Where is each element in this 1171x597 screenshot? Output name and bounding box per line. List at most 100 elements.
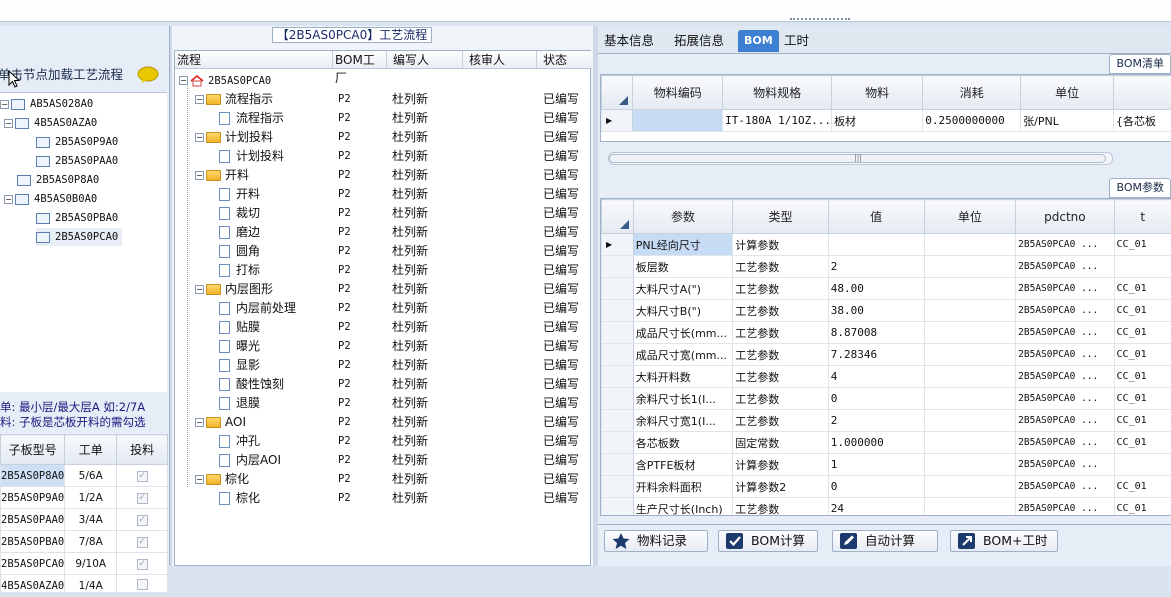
cell-model[interactable]: 4B5AS0AZA0 bbox=[1, 575, 65, 597]
cell-param[interactable]: 余料尺寸长1(I... bbox=[633, 388, 732, 410]
sub-board-row[interactable]: 2B5AS0PAA03/4A✓ bbox=[1, 509, 168, 531]
col-header-material-spec[interactable]: 物料规格 bbox=[723, 76, 832, 110]
tree-node[interactable]: −AB5AS028A0 bbox=[0, 95, 93, 113]
collapse-icon[interactable]: − bbox=[195, 133, 204, 142]
material-record-button[interactable]: 物料记录 bbox=[604, 530, 708, 552]
cell-param-unit[interactable] bbox=[924, 498, 1016, 517]
cell-value[interactable]: 2 bbox=[828, 410, 924, 432]
param-row[interactable]: 大料尺寸B(")工艺参数38.002B5AS0PCA0 ...CC_01 bbox=[602, 300, 1171, 322]
param-row[interactable]: 成品尺寸长(mm...工艺参数8.870082B5AS0PCA0 ...CC_0… bbox=[602, 322, 1171, 344]
flow-step-row[interactable]: −AOIP2杜列新已编写 bbox=[175, 413, 592, 432]
col-header-value[interactable]: 值 bbox=[828, 200, 924, 234]
col-header-consume[interactable]: 消耗 bbox=[923, 76, 1021, 110]
cell-pdctno[interactable]: 2B5AS0PCA0 ... bbox=[1016, 322, 1114, 344]
cell-value[interactable]: 24 bbox=[828, 498, 924, 517]
cell-consume[interactable]: 0.2500000000 bbox=[923, 110, 1021, 132]
feed-checkbox[interactable] bbox=[137, 579, 148, 590]
auto-calc-button[interactable]: 自动计算 bbox=[832, 530, 938, 552]
cell-type[interactable]: 工艺参数 bbox=[733, 498, 829, 517]
cell-type[interactable]: 工艺参数 bbox=[733, 278, 829, 300]
feed-checkbox[interactable]: ✓ bbox=[137, 515, 148, 526]
cell-t[interactable]: CC_01 bbox=[1114, 322, 1171, 344]
cell-pdctno[interactable]: 2B5AS0PCA0 ... bbox=[1016, 300, 1114, 322]
cell-t[interactable]: CC_01 bbox=[1114, 278, 1171, 300]
flow-root-row[interactable]: −2B5AS0PCA0 bbox=[175, 71, 592, 90]
flow-step-row[interactable]: 内层前处理P2杜列新已编写 bbox=[175, 299, 592, 318]
param-row[interactable]: ▶PNL经向尺寸计算参数2B5AS0PCA0 ...CC_01 bbox=[602, 234, 1171, 256]
cell-param[interactable]: 开料余料面积 bbox=[633, 476, 732, 498]
cell-param[interactable]: PNL经向尺寸 bbox=[633, 234, 732, 256]
flow-step-row[interactable]: −棕化P2杜列新已编写 bbox=[175, 470, 592, 489]
cell-pdctno[interactable]: 2B5AS0PCA0 ... bbox=[1016, 344, 1114, 366]
tree-node[interactable]: 2B5AS0PBA0 bbox=[36, 209, 118, 227]
cell-param[interactable]: 含PTFE板材 bbox=[633, 454, 732, 476]
cell-param-unit[interactable] bbox=[924, 278, 1016, 300]
cell-model[interactable]: 2B5AS0P8A0 bbox=[1, 465, 65, 487]
cell-param[interactable]: 成品尺寸长(mm... bbox=[633, 322, 732, 344]
param-select-all[interactable] bbox=[602, 200, 634, 234]
cell-pdctno[interactable]: 2B5AS0PCA0 ... bbox=[1016, 432, 1114, 454]
cell-param[interactable]: 大料尺寸A(") bbox=[633, 278, 732, 300]
cell-pdctno[interactable]: 2B5AS0PCA0 ... bbox=[1016, 234, 1114, 256]
cell-feed[interactable]: ✓ bbox=[117, 465, 168, 487]
param-row[interactable]: 余料尺寸宽1(I...工艺参数22B5AS0PCA0 ...CC_01 bbox=[602, 410, 1171, 432]
chat-bubble-icon[interactable] bbox=[137, 66, 159, 84]
cell-param-unit[interactable] bbox=[924, 476, 1016, 498]
cell-type[interactable]: 工艺参数 bbox=[733, 366, 829, 388]
param-row[interactable]: 开料余料面积计算参数202B5AS0PCA0 ...CC_01 bbox=[602, 476, 1171, 498]
cell-feed[interactable]: ✓ bbox=[117, 487, 168, 509]
param-row[interactable]: 大料开料数工艺参数42B5AS0PCA0 ...CC_01 bbox=[602, 366, 1171, 388]
cell-t[interactable]: CC_01 bbox=[1114, 300, 1171, 322]
flow-step-row[interactable]: 流程指示P2杜列新已编写 bbox=[175, 109, 592, 128]
cell-t[interactable]: CC_01 bbox=[1114, 344, 1171, 366]
col-header-model[interactable]: 子板型号 bbox=[1, 435, 65, 465]
col-header-reviewer[interactable]: 核审人 bbox=[463, 51, 537, 69]
col-header-type[interactable]: 类型 bbox=[733, 200, 829, 234]
collapse-icon[interactable]: − bbox=[195, 95, 204, 104]
collapse-icon[interactable]: − bbox=[195, 285, 204, 294]
cell-type[interactable]: 工艺参数 bbox=[733, 388, 829, 410]
param-row[interactable]: 成品尺寸宽(mm...工艺参数7.283462B5AS0PCA0 ...CC_0… bbox=[602, 344, 1171, 366]
col-header-writer[interactable]: 编写人 bbox=[387, 51, 463, 69]
cell-feed[interactable]: ✓ bbox=[117, 553, 168, 575]
param-row[interactable]: 生产尺寸长(Inch)工艺参数242B5AS0PCA0 ...CC_01 bbox=[602, 498, 1171, 517]
cell-param[interactable]: 大料开料数 bbox=[633, 366, 732, 388]
cell-pdctno[interactable]: 2B5AS0PCA0 ... bbox=[1016, 388, 1114, 410]
cell-value[interactable]: 38.00 bbox=[828, 300, 924, 322]
cell-param-unit[interactable] bbox=[924, 300, 1016, 322]
bom-calc-button[interactable]: BOM计算 bbox=[718, 530, 818, 552]
splitter-grip[interactable] bbox=[790, 18, 850, 22]
param-row[interactable]: 含PTFE板材计算参数12B5AS0PCA0 ... bbox=[602, 454, 1171, 476]
cell-t[interactable]: CC_01 bbox=[1114, 476, 1171, 498]
cell-feed[interactable]: ✓ bbox=[117, 509, 168, 531]
cell-model[interactable]: 2B5AS0PCA0 bbox=[1, 553, 65, 575]
cell-t[interactable]: CC_01 bbox=[1114, 410, 1171, 432]
cell-type[interactable]: 工艺参数 bbox=[733, 344, 829, 366]
cell-pdctno[interactable]: 2B5AS0PCA0 ... bbox=[1016, 476, 1114, 498]
cell-pdctno[interactable]: 2B5AS0PCA0 ... bbox=[1016, 278, 1114, 300]
tree-node[interactable]: 2B5AS0P8A0 bbox=[4, 171, 99, 189]
flow-step-row[interactable]: 圆角P2杜列新已编写 bbox=[175, 242, 592, 261]
col-header-pdctno[interactable]: pdctno bbox=[1016, 200, 1114, 234]
flow-step-row[interactable]: 显影P2杜列新已编写 bbox=[175, 356, 592, 375]
cell-param[interactable]: 板层数 bbox=[633, 256, 732, 278]
feed-checkbox[interactable]: ✓ bbox=[137, 559, 148, 570]
flow-step-row[interactable]: 开料P2杜列新已编写 bbox=[175, 185, 592, 204]
col-header-order[interactable]: 工单 bbox=[65, 435, 117, 465]
cell-order[interactable]: 1/2A bbox=[65, 487, 117, 509]
cell-param[interactable]: 余料尺寸宽1(I... bbox=[633, 410, 732, 432]
cell-value[interactable]: 8.87008 bbox=[828, 322, 924, 344]
cell-type[interactable]: 计算参数2 bbox=[733, 476, 829, 498]
cell-value[interactable]: 4 bbox=[828, 366, 924, 388]
cell-param-unit[interactable] bbox=[924, 410, 1016, 432]
cell-param-unit[interactable] bbox=[924, 432, 1016, 454]
flow-step-row[interactable]: 酸性蚀刻P2杜列新已编写 bbox=[175, 375, 592, 394]
cell-param-unit[interactable] bbox=[924, 366, 1016, 388]
cell-t[interactable]: CC_01 bbox=[1114, 366, 1171, 388]
cell-type[interactable]: 固定常数 bbox=[733, 432, 829, 454]
tab-work-hours[interactable]: 工时 bbox=[778, 30, 815, 52]
col-header-flow[interactable]: 流程 bbox=[175, 51, 333, 69]
flow-step-row[interactable]: 退膜P2杜列新已编写 bbox=[175, 394, 592, 413]
tree-node[interactable]: −4B5AS0AZA0 bbox=[4, 114, 97, 132]
flow-step-row[interactable]: 冲孔P2杜列新已编写 bbox=[175, 432, 592, 451]
